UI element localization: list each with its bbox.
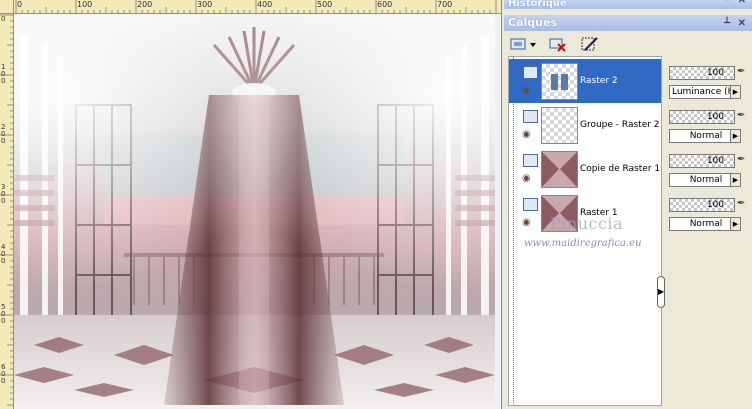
blend-mode-select[interactable]: Normal ▶ (669, 129, 741, 143)
opacity-field[interactable]: 100 (669, 110, 735, 124)
layer-properties: 100 ✒ Normal ▶ (667, 192, 752, 236)
layers-panel-title: Calques (508, 16, 557, 29)
link-icon[interactable]: ✒ (737, 66, 745, 77)
eye-icon[interactable]: ◉ (522, 85, 531, 96)
blend-mode-select[interactable]: Normal ▶ (669, 173, 741, 187)
link-icon[interactable]: ✒ (737, 154, 745, 165)
raster-layer-icon (523, 66, 538, 79)
ruler-horizontal: 0 100 200 300 400 500 600 700 (14, 0, 501, 14)
layer-thumbnail (541, 63, 578, 100)
ruler-label: 100 (1, 63, 6, 85)
history-panel-title: Historique (508, 0, 567, 9)
layer-row[interactable]: ◉ Raster 2 (509, 59, 661, 103)
ruler-label: 400 (1, 243, 6, 265)
blend-mode-value: Normal (689, 131, 723, 141)
ruler-label: 500 (1, 303, 6, 325)
new-layer-icon (510, 38, 536, 50)
layer-name: Raster 2 (580, 76, 618, 86)
layer-properties: 100 ✒ Normal ▶ (667, 148, 752, 192)
dropdown-arrow-icon[interactable]: ▶ (730, 130, 740, 142)
ruler-label: 400 (257, 0, 273, 9)
history-panel-header[interactable]: Historique ┴ ✕ (504, 0, 752, 9)
link-icon[interactable]: ✒ (737, 110, 745, 121)
ruler-label: 0 (1, 15, 6, 23)
layer-thumbnail (541, 107, 578, 144)
link-icon[interactable]: ✒ (737, 198, 745, 209)
ruler-label: 700 (437, 0, 453, 9)
watermark-url: www.maidiregrafica.eu (524, 238, 642, 249)
raster-layer-icon (523, 198, 538, 211)
ruler-label: 300 (1, 183, 6, 205)
ruler-label: 0 (17, 0, 23, 9)
watermark-name: Pinuccia (550, 214, 624, 233)
ruler-label: 100 (77, 0, 93, 9)
ruler-label: 200 (137, 0, 153, 9)
layer-thumbnail-image (551, 74, 568, 90)
artwork-image (14, 15, 495, 405)
delete-layer-icon (549, 38, 566, 52)
close-icon[interactable]: ✕ (738, 16, 746, 32)
layer-thumbnail-image (542, 152, 577, 187)
layer-properties-button[interactable] (580, 35, 600, 53)
blend-mode-select[interactable]: Normal ▶ (669, 217, 741, 231)
ruler-label: 600 (1, 363, 6, 385)
layers-toolbar (504, 34, 752, 56)
group-layer-icon (523, 110, 538, 123)
layer-row[interactable]: ◉ Groupe - Raster 2 (509, 103, 661, 147)
eye-icon[interactable]: ◉ (522, 173, 531, 184)
ruler-vertical: 0 100 200 300 400 500 600 (0, 14, 14, 409)
opacity-field[interactable]: 100 (669, 198, 735, 212)
dropdown-arrow-icon[interactable]: ▶ (730, 218, 740, 230)
ruler-label: 600 (377, 0, 393, 9)
layer-name: Groupe - Raster 2 (580, 120, 660, 130)
layer-name: Copie de Raster 1 (580, 164, 661, 174)
ruler-corner (0, 0, 14, 14)
edit-properties-icon (581, 37, 598, 51)
raster-layer-icon (523, 154, 538, 167)
blend-mode-value: Normal (689, 175, 723, 185)
layers-panel-header[interactable]: Calques ┴ ✕ (504, 15, 752, 31)
layer-properties: 100 ✒ Luminance (H) ▶ (667, 60, 752, 104)
panel-splitter-handle[interactable]: ▶ (657, 276, 665, 308)
ruler-label: 500 (317, 0, 333, 9)
dropdown-arrow-icon[interactable]: ▶ (730, 174, 740, 186)
blend-mode-value: Normal (689, 219, 723, 229)
delete-layer-button[interactable] (548, 35, 568, 53)
layer-properties-column: 100 ✒ Luminance (H) ▶ 100 ✒ Normal ▶ 100… (667, 58, 752, 406)
layer-thumbnail (541, 151, 578, 188)
blend-mode-value: Luminance (H) (672, 87, 738, 97)
pin-icon[interactable]: ┴ (724, 16, 730, 32)
eye-icon[interactable]: ◉ (522, 217, 531, 228)
artwork-canvas[interactable] (14, 15, 495, 405)
blend-mode-select[interactable]: Luminance (H) ▶ (669, 85, 741, 99)
new-layer-button[interactable] (508, 35, 538, 53)
ruler-label: 300 (197, 0, 213, 9)
opacity-field[interactable]: 100 (669, 154, 735, 168)
layer-properties: 100 ✒ Normal ▶ (667, 104, 752, 148)
eye-icon[interactable]: ◉ (522, 129, 531, 140)
canvas-area: 0 100 200 300 400 500 600 700 0 100 200 … (0, 0, 501, 409)
ruler-label: 200 (1, 123, 6, 145)
pin-icon[interactable]: ┴ (724, 0, 730, 6)
close-icon[interactable]: ✕ (738, 0, 746, 6)
dropdown-arrow-icon[interactable]: ▶ (730, 86, 740, 98)
layer-row[interactable]: ◉ Copie de Raster 1 (509, 147, 661, 191)
opacity-field[interactable]: 100 (669, 66, 735, 80)
